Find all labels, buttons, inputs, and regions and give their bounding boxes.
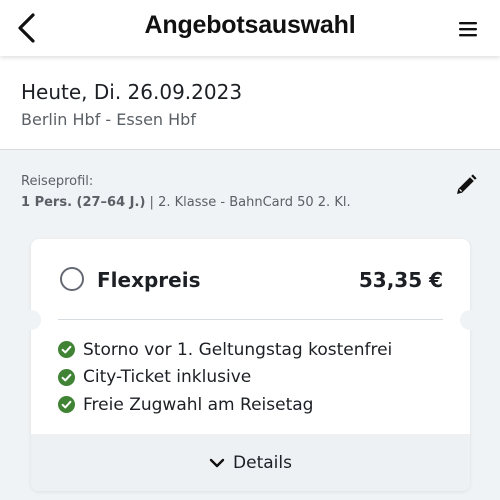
journey-header: Heute, Di. 26.09.2023 Berlin Hbf - Essen…: [0, 56, 500, 150]
offer-name: Flexpreis: [97, 268, 201, 292]
hamburger-menu-icon: [459, 22, 477, 37]
offer-radio[interactable]: [60, 267, 84, 291]
feature-item: Freie Zugwahl am Reisetag: [58, 391, 392, 419]
card-notch-right: [460, 310, 480, 330]
journey-date: Heute, Di. 26.09.2023: [21, 80, 243, 104]
edit-profile-button[interactable]: [454, 173, 478, 197]
profile-label: Reiseprofil:: [21, 174, 94, 189]
menu-button[interactable]: [454, 16, 482, 42]
journey-route: Berlin Hbf - Essen Hbf: [21, 110, 196, 129]
details-label: Details: [233, 452, 292, 473]
card-notch-left: [21, 310, 41, 330]
chevron-down-icon: [209, 458, 225, 467]
feature-item: Storno vor 1. Geltungstag kostenfrei: [58, 336, 392, 364]
offer-card[interactable]: Flexpreis 53,35 € Storno vor 1. Geltungs…: [31, 239, 470, 491]
feature-list: Storno vor 1. Geltungstag kostenfrei Cit…: [58, 336, 392, 419]
feature-text: Freie Zugwahl am Reisetag: [83, 394, 314, 415]
check-circle-icon: [58, 368, 75, 386]
profile-separator: |: [145, 195, 159, 210]
feature-text: City-Ticket inklusive: [83, 367, 252, 388]
check-circle-icon: [58, 396, 75, 414]
pencil-icon: [457, 174, 477, 194]
profile-details: 2. Klasse - BahnCard 50 2. Kl.: [158, 195, 351, 210]
top-bar: Angebotsauswahl: [0, 0, 500, 56]
details-toggle[interactable]: Details: [31, 434, 470, 491]
profile-summary: 1 Pers. (27–64 J.) | 2. Klasse - BahnCar…: [21, 195, 351, 210]
feature-item: City-Ticket inklusive: [58, 364, 392, 392]
check-circle-icon: [58, 341, 75, 359]
feature-text: Storno vor 1. Geltungstag kostenfrei: [83, 339, 393, 360]
profile-passengers: 1 Pers. (27–64 J.): [21, 195, 146, 210]
page-title: Angebotsauswahl: [144, 11, 356, 39]
card-divider: [58, 319, 443, 320]
offer-price: 53,35 €: [358, 268, 443, 292]
